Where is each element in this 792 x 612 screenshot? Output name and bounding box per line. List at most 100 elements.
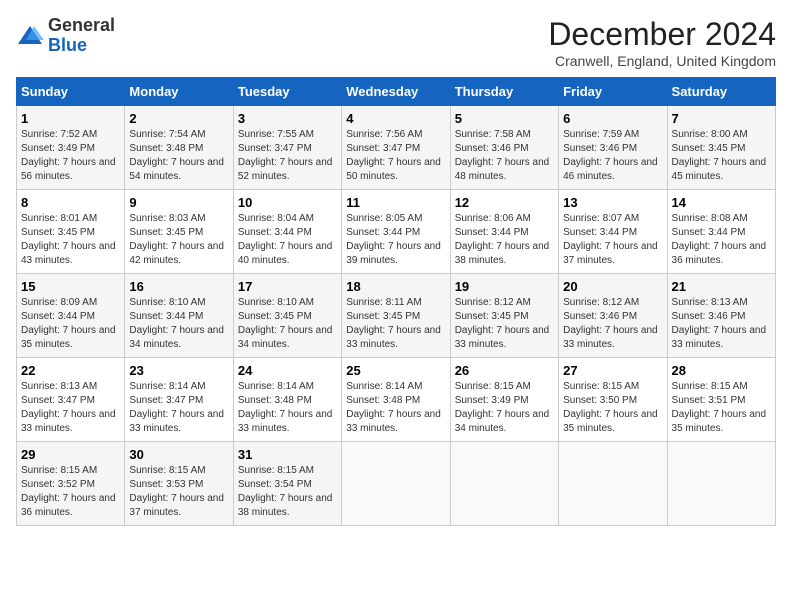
day-info: Sunrise: 8:15 AMSunset: 3:52 PMDaylight:… (21, 465, 116, 518)
day-number: 5 (455, 111, 554, 126)
calendar-cell: 25 Sunrise: 8:14 AMSunset: 3:48 PMDaylig… (342, 358, 450, 442)
day-number: 28 (672, 363, 771, 378)
day-info: Sunrise: 8:14 AMSunset: 3:48 PMDaylight:… (346, 381, 441, 434)
calendar-cell: 20 Sunrise: 8:12 AMSunset: 3:46 PMDaylig… (559, 274, 667, 358)
day-info: Sunrise: 8:05 AMSunset: 3:44 PMDaylight:… (346, 213, 441, 266)
calendar-cell: 28 Sunrise: 8:15 AMSunset: 3:51 PMDaylig… (667, 358, 775, 442)
calendar-week-row: 8 Sunrise: 8:01 AMSunset: 3:45 PMDayligh… (17, 190, 776, 274)
day-info: Sunrise: 8:14 AMSunset: 3:48 PMDaylight:… (238, 381, 333, 434)
day-number: 6 (563, 111, 662, 126)
day-info: Sunrise: 8:11 AMSunset: 3:45 PMDaylight:… (346, 297, 441, 350)
day-info: Sunrise: 8:15 AMSunset: 3:53 PMDaylight:… (129, 465, 224, 518)
weekday-header-row: SundayMondayTuesdayWednesdayThursdayFrid… (17, 78, 776, 106)
calendar-cell: 2 Sunrise: 7:54 AMSunset: 3:48 PMDayligh… (125, 106, 233, 190)
weekday-header-saturday: Saturday (667, 78, 775, 106)
calendar-cell: 24 Sunrise: 8:14 AMSunset: 3:48 PMDaylig… (233, 358, 341, 442)
day-number: 13 (563, 195, 662, 210)
day-info: Sunrise: 8:13 AMSunset: 3:47 PMDaylight:… (21, 381, 116, 434)
day-number: 21 (672, 279, 771, 294)
day-number: 4 (346, 111, 445, 126)
day-info: Sunrise: 8:07 AMSunset: 3:44 PMDaylight:… (563, 213, 658, 266)
day-number: 8 (21, 195, 120, 210)
day-info: Sunrise: 8:04 AMSunset: 3:44 PMDaylight:… (238, 213, 333, 266)
day-number: 30 (129, 447, 228, 462)
calendar-cell: 13 Sunrise: 8:07 AMSunset: 3:44 PMDaylig… (559, 190, 667, 274)
day-number: 27 (563, 363, 662, 378)
calendar-cell (342, 442, 450, 526)
calendar-cell: 21 Sunrise: 8:13 AMSunset: 3:46 PMDaylig… (667, 274, 775, 358)
day-info: Sunrise: 8:15 AMSunset: 3:54 PMDaylight:… (238, 465, 333, 518)
calendar-cell: 22 Sunrise: 8:13 AMSunset: 3:47 PMDaylig… (17, 358, 125, 442)
calendar-cell: 4 Sunrise: 7:56 AMSunset: 3:47 PMDayligh… (342, 106, 450, 190)
day-info: Sunrise: 8:14 AMSunset: 3:47 PMDaylight:… (129, 381, 224, 434)
calendar-week-row: 22 Sunrise: 8:13 AMSunset: 3:47 PMDaylig… (17, 358, 776, 442)
calendar-table: SundayMondayTuesdayWednesdayThursdayFrid… (16, 77, 776, 526)
calendar-week-row: 1 Sunrise: 7:52 AMSunset: 3:49 PMDayligh… (17, 106, 776, 190)
calendar-cell: 3 Sunrise: 7:55 AMSunset: 3:47 PMDayligh… (233, 106, 341, 190)
day-number: 20 (563, 279, 662, 294)
calendar-cell (667, 442, 775, 526)
calendar-title: December 2024 (548, 16, 776, 53)
day-number: 24 (238, 363, 337, 378)
calendar-subtitle: Cranwell, England, United Kingdom (548, 53, 776, 69)
calendar-week-row: 29 Sunrise: 8:15 AMSunset: 3:52 PMDaylig… (17, 442, 776, 526)
day-info: Sunrise: 7:59 AMSunset: 3:46 PMDaylight:… (563, 129, 658, 182)
day-info: Sunrise: 8:00 AMSunset: 3:45 PMDaylight:… (672, 129, 767, 182)
calendar-cell: 7 Sunrise: 8:00 AMSunset: 3:45 PMDayligh… (667, 106, 775, 190)
calendar-cell: 5 Sunrise: 7:58 AMSunset: 3:46 PMDayligh… (450, 106, 558, 190)
calendar-cell: 30 Sunrise: 8:15 AMSunset: 3:53 PMDaylig… (125, 442, 233, 526)
calendar-cell: 29 Sunrise: 8:15 AMSunset: 3:52 PMDaylig… (17, 442, 125, 526)
day-number: 18 (346, 279, 445, 294)
calendar-cell: 1 Sunrise: 7:52 AMSunset: 3:49 PMDayligh… (17, 106, 125, 190)
logo-blue-text: Blue (48, 35, 87, 55)
calendar-cell (450, 442, 558, 526)
calendar-cell: 11 Sunrise: 8:05 AMSunset: 3:44 PMDaylig… (342, 190, 450, 274)
day-number: 15 (21, 279, 120, 294)
day-number: 9 (129, 195, 228, 210)
day-number: 3 (238, 111, 337, 126)
calendar-cell: 31 Sunrise: 8:15 AMSunset: 3:54 PMDaylig… (233, 442, 341, 526)
calendar-cell: 27 Sunrise: 8:15 AMSunset: 3:50 PMDaylig… (559, 358, 667, 442)
calendar-cell: 12 Sunrise: 8:06 AMSunset: 3:44 PMDaylig… (450, 190, 558, 274)
calendar-cell: 10 Sunrise: 8:04 AMSunset: 3:44 PMDaylig… (233, 190, 341, 274)
day-number: 22 (21, 363, 120, 378)
day-info: Sunrise: 7:56 AMSunset: 3:47 PMDaylight:… (346, 129, 441, 182)
day-number: 26 (455, 363, 554, 378)
weekday-header-sunday: Sunday (17, 78, 125, 106)
day-number: 17 (238, 279, 337, 294)
day-info: Sunrise: 8:15 AMSunset: 3:51 PMDaylight:… (672, 381, 767, 434)
day-number: 11 (346, 195, 445, 210)
weekday-header-monday: Monday (125, 78, 233, 106)
day-info: Sunrise: 8:10 AMSunset: 3:44 PMDaylight:… (129, 297, 224, 350)
day-info: Sunrise: 8:15 AMSunset: 3:49 PMDaylight:… (455, 381, 550, 434)
day-number: 19 (455, 279, 554, 294)
calendar-cell: 8 Sunrise: 8:01 AMSunset: 3:45 PMDayligh… (17, 190, 125, 274)
day-info: Sunrise: 7:52 AMSunset: 3:49 PMDaylight:… (21, 129, 116, 182)
day-info: Sunrise: 8:13 AMSunset: 3:46 PMDaylight:… (672, 297, 767, 350)
day-info: Sunrise: 8:09 AMSunset: 3:44 PMDaylight:… (21, 297, 116, 350)
logo-general-text: General (48, 15, 115, 35)
calendar-cell: 26 Sunrise: 8:15 AMSunset: 3:49 PMDaylig… (450, 358, 558, 442)
day-info: Sunrise: 8:01 AMSunset: 3:45 PMDaylight:… (21, 213, 116, 266)
day-info: Sunrise: 8:12 AMSunset: 3:45 PMDaylight:… (455, 297, 550, 350)
logo-icon (16, 22, 44, 50)
day-info: Sunrise: 8:15 AMSunset: 3:50 PMDaylight:… (563, 381, 658, 434)
weekday-header-wednesday: Wednesday (342, 78, 450, 106)
calendar-cell: 9 Sunrise: 8:03 AMSunset: 3:45 PMDayligh… (125, 190, 233, 274)
day-info: Sunrise: 8:03 AMSunset: 3:45 PMDaylight:… (129, 213, 224, 266)
calendar-cell: 23 Sunrise: 8:14 AMSunset: 3:47 PMDaylig… (125, 358, 233, 442)
day-number: 7 (672, 111, 771, 126)
calendar-cell (559, 442, 667, 526)
day-number: 10 (238, 195, 337, 210)
day-number: 23 (129, 363, 228, 378)
day-info: Sunrise: 7:58 AMSunset: 3:46 PMDaylight:… (455, 129, 550, 182)
title-block: December 2024 Cranwell, England, United … (548, 16, 776, 69)
day-number: 2 (129, 111, 228, 126)
calendar-cell: 18 Sunrise: 8:11 AMSunset: 3:45 PMDaylig… (342, 274, 450, 358)
weekday-header-thursday: Thursday (450, 78, 558, 106)
calendar-cell: 16 Sunrise: 8:10 AMSunset: 3:44 PMDaylig… (125, 274, 233, 358)
logo: General Blue (16, 16, 115, 56)
day-info: Sunrise: 8:12 AMSunset: 3:46 PMDaylight:… (563, 297, 658, 350)
day-number: 29 (21, 447, 120, 462)
weekday-header-friday: Friday (559, 78, 667, 106)
